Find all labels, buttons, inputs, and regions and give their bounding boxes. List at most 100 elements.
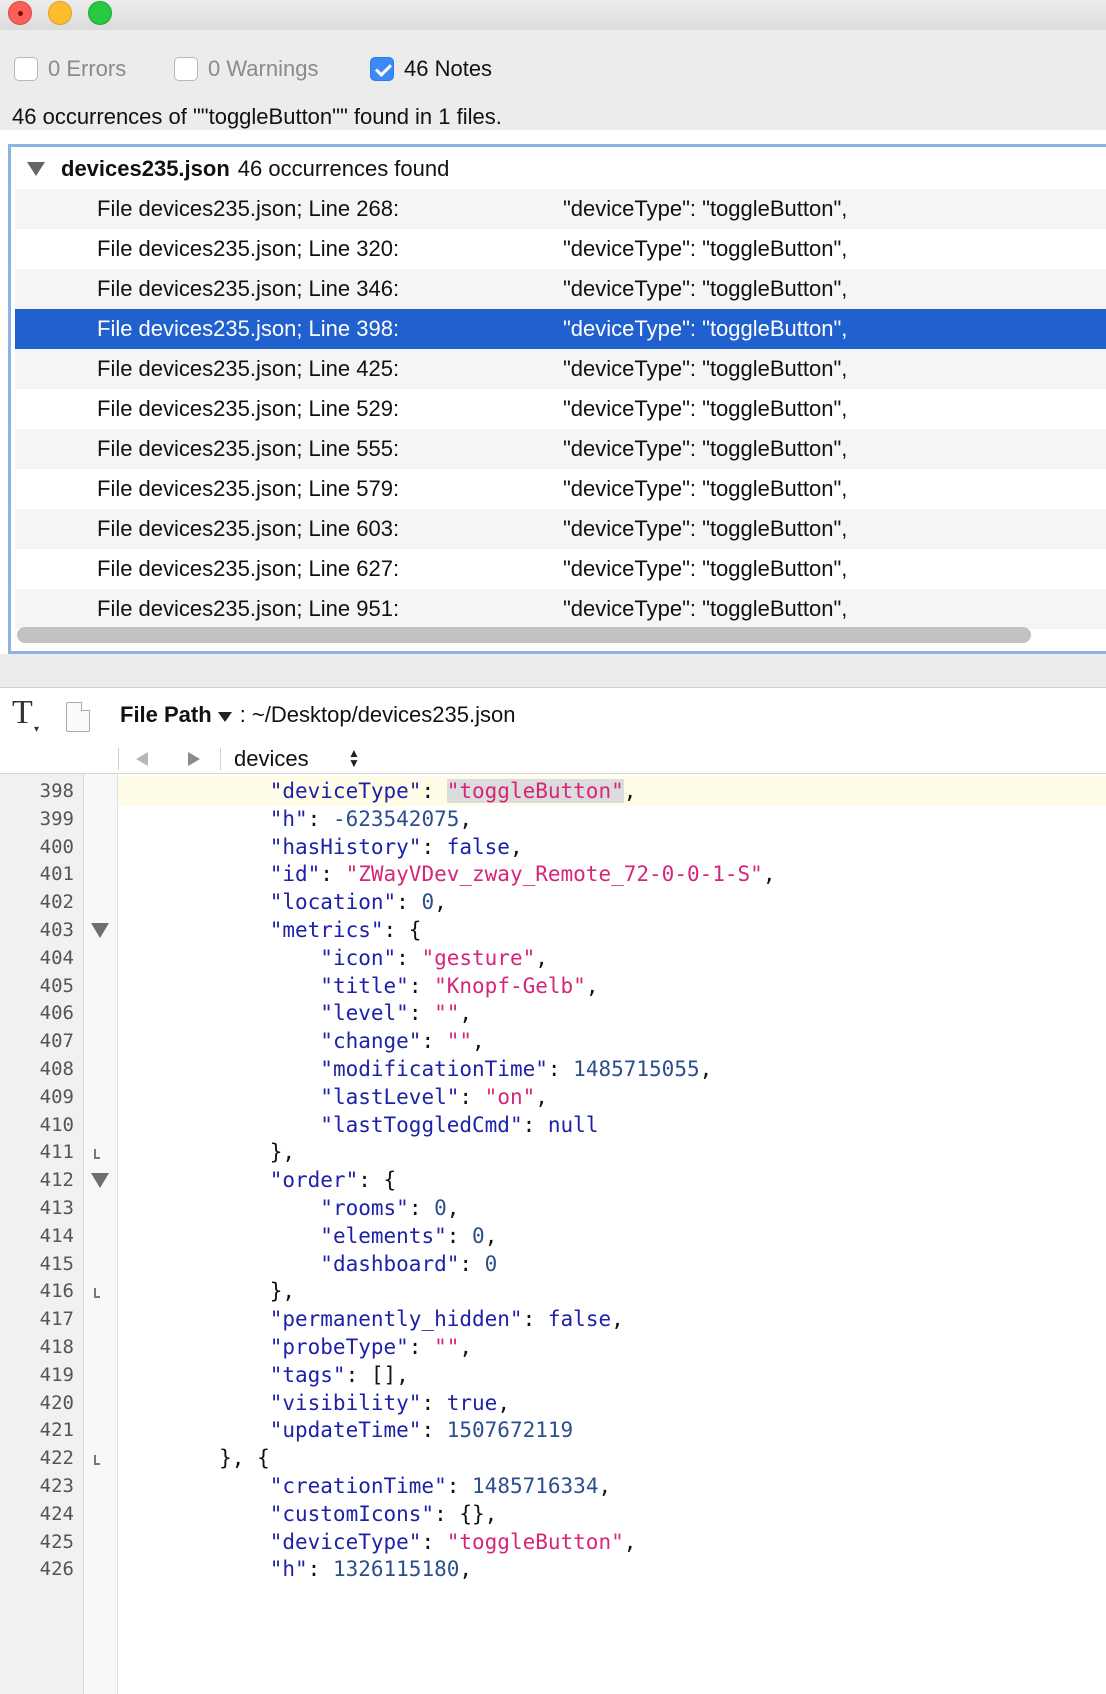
- line-number: 407: [39, 1030, 74, 1053]
- horizontal-scrollbar[interactable]: [17, 627, 1031, 643]
- code-line[interactable]: 415 "dashboard": 0: [40, 1249, 1106, 1279]
- line-number: 420: [39, 1391, 74, 1414]
- warnings-filter[interactable]: 0 Warnings: [174, 54, 318, 84]
- text-format-icon[interactable]: T ▾: [12, 694, 39, 735]
- code-line[interactable]: 399 "h": -623542075,: [40, 804, 1106, 834]
- result-row[interactable]: File devices235.json; Line 346: "deviceTy…: [15, 269, 1106, 309]
- search-results-list[interactable]: devices235.json 46 occurrences found Fil…: [8, 144, 1106, 654]
- disclosure-triangle-icon[interactable]: [27, 162, 45, 176]
- editor-header: T ▾ File Path : ~/Desktop/devices235.json: [0, 688, 1106, 744]
- code-line[interactable]: 411 },: [40, 1137, 1106, 1167]
- code-text: "lastLevel": "on",: [320, 1084, 548, 1109]
- result-row[interactable]: File devices235.json; Line 627: "deviceTy…: [15, 549, 1106, 589]
- code-line[interactable]: 405 "title": "Knopf-Gelb",: [40, 971, 1106, 1001]
- result-group-file: devices235.json: [61, 156, 230, 181]
- close-window-icon[interactable]: [8, 1, 32, 25]
- code-line[interactable]: 416 },: [40, 1276, 1106, 1306]
- zoom-window-icon[interactable]: [88, 1, 112, 25]
- code-line[interactable]: 424 "customIcons": {},: [40, 1499, 1106, 1529]
- errors-checkbox[interactable]: [14, 57, 38, 81]
- code-text: "order": {: [269, 1168, 397, 1193]
- notes-filter[interactable]: 46 Notes: [370, 54, 492, 84]
- result-group-row[interactable]: devices235.json 46 occurrences found: [15, 149, 1106, 189]
- result-snippet: "deviceType": "toggleButton",: [563, 356, 848, 381]
- fold-end-icon[interactable]: [88, 1276, 114, 1306]
- code-line[interactable]: 420 "visibility": true,: [40, 1388, 1106, 1418]
- file-path-value: : ~/Desktop/devices235.json: [239, 702, 516, 727]
- notes-checkbox[interactable]: [370, 57, 394, 81]
- forward-arrow-icon[interactable]: [188, 752, 200, 766]
- result-row[interactable]: File devices235.json; Line 579: "deviceTy…: [15, 469, 1106, 509]
- code-line[interactable]: 410 "lastToggledCmd": null: [40, 1110, 1106, 1140]
- code-text: "metrics": {: [269, 918, 422, 942]
- code-editor[interactable]: 398 "deviceType": "toggleButton", 399 "h"…: [40, 774, 1106, 1694]
- result-row[interactable]: File devices235.json; Line 951: "deviceTy…: [15, 589, 1106, 629]
- code-line[interactable]: 426 "h": 1326115180,: [40, 1554, 1106, 1584]
- code-text: "deviceType": "toggleButton",: [269, 1529, 637, 1554]
- result-location: File devices235.json; Line 627:: [97, 556, 400, 581]
- result-row[interactable]: File devices235.json; Line 268: "deviceTy…: [15, 189, 1106, 229]
- code-line[interactable]: 421 "updateTime": 1507672119: [40, 1415, 1106, 1445]
- code-line[interactable]: 407 "change": "",: [40, 1026, 1106, 1056]
- result-row[interactable]: File devices235.json; Line 603: "deviceTy…: [15, 509, 1106, 549]
- result-row[interactable]: File devices235.json; Line 320: "deviceTy…: [15, 229, 1106, 269]
- code-text: "title": "Knopf-Gelb",: [320, 973, 599, 998]
- code-text: },: [118, 1279, 296, 1304]
- code-line[interactable]: 409 "lastLevel": "on",: [40, 1082, 1106, 1112]
- document-icon[interactable]: [66, 702, 90, 732]
- code-line[interactable]: 408 "modificationTime": 1485715055,: [40, 1054, 1106, 1084]
- fold-triangle-icon[interactable]: [88, 1165, 114, 1195]
- code-line[interactable]: 423 "creationTime": 1485716334,: [40, 1471, 1106, 1501]
- result-location: File devices235.json; Line 425:: [97, 356, 400, 381]
- fold-end-icon[interactable]: [88, 1443, 114, 1473]
- code-line[interactable]: 406 "level": "",: [40, 998, 1106, 1028]
- code-line[interactable]: 404 "icon": "gesture",: [40, 943, 1106, 973]
- line-number: 403: [39, 919, 74, 941]
- fold-end-icon[interactable]: [88, 1137, 114, 1167]
- result-row[interactable]: File devices235.json; Line 425: "deviceTy…: [15, 349, 1106, 389]
- code-line[interactable]: 422 }, {: [40, 1443, 1106, 1473]
- back-arrow-icon[interactable]: [136, 752, 148, 766]
- result-snippet: "deviceType": "toggleButton",: [563, 556, 848, 581]
- code-text: "permanently_hidden": false,: [269, 1307, 624, 1332]
- line-number: 400: [39, 835, 74, 858]
- code-line[interactable]: 398 "deviceType": "toggleButton",: [40, 776, 1106, 806]
- code-text: "level": "",: [320, 1001, 473, 1026]
- chevron-down-icon[interactable]: [217, 712, 232, 722]
- file-path-label[interactable]: File Path: [120, 702, 212, 728]
- code-line[interactable]: 412 "order": {: [40, 1165, 1106, 1195]
- code-text: "probeType": "",: [269, 1335, 473, 1359]
- up-down-arrows-icon[interactable]: ▲ ▼: [348, 747, 360, 769]
- line-number: 424: [39, 1502, 74, 1525]
- line-number: 406: [39, 1002, 74, 1025]
- code-line[interactable]: 417 "permanently_hidden": false,: [40, 1304, 1106, 1334]
- result-location: File devices235.json; Line 268:: [97, 196, 400, 221]
- code-line[interactable]: 403 "metrics": {: [40, 915, 1106, 945]
- errors-filter[interactable]: 0 Errors: [14, 54, 126, 84]
- result-row[interactable]: File devices235.json; Line 529: "deviceTy…: [15, 389, 1106, 429]
- code-line[interactable]: 413 "rooms": 0,: [40, 1193, 1106, 1223]
- window-title-bar: [0, 0, 1106, 30]
- minimize-window-icon[interactable]: [48, 1, 72, 25]
- search-summary: 46 occurrences of ""toggleButton"" found…: [12, 104, 502, 129]
- code-line[interactable]: 425 "deviceType": "toggleButton",: [40, 1527, 1106, 1557]
- code-line[interactable]: 418 "probeType": "",: [40, 1332, 1106, 1362]
- code-text: },: [118, 1140, 296, 1165]
- fold-triangle-icon[interactable]: [88, 915, 114, 945]
- code-line[interactable]: 402 "location": 0,: [40, 887, 1106, 917]
- line-number: 404: [39, 946, 74, 969]
- symbol-popup[interactable]: devices: [234, 746, 309, 772]
- code-line[interactable]: 414 "elements": 0,: [40, 1221, 1106, 1251]
- line-number: 408: [39, 1058, 74, 1080]
- split-view-divider[interactable]: [0, 654, 1106, 688]
- code-text: "dashboard": 0: [320, 1251, 498, 1276]
- result-location: File devices235.json; Line 398:: [97, 316, 400, 341]
- warnings-checkbox[interactable]: [174, 57, 198, 81]
- result-row[interactable]: File devices235.json; Line 398: "deviceTy…: [15, 309, 1106, 349]
- line-number: 402: [39, 891, 74, 914]
- result-row[interactable]: File devices235.json; Line 555: "deviceTy…: [15, 429, 1106, 469]
- code-line[interactable]: 401 "id": "ZWayVDev_zway_Remote_72-0-0-1…: [40, 859, 1106, 889]
- line-number: 422: [39, 1447, 74, 1470]
- code-line[interactable]: 400 "hasHistory": false,: [40, 832, 1106, 862]
- code-line[interactable]: 419 "tags": [],: [40, 1360, 1106, 1390]
